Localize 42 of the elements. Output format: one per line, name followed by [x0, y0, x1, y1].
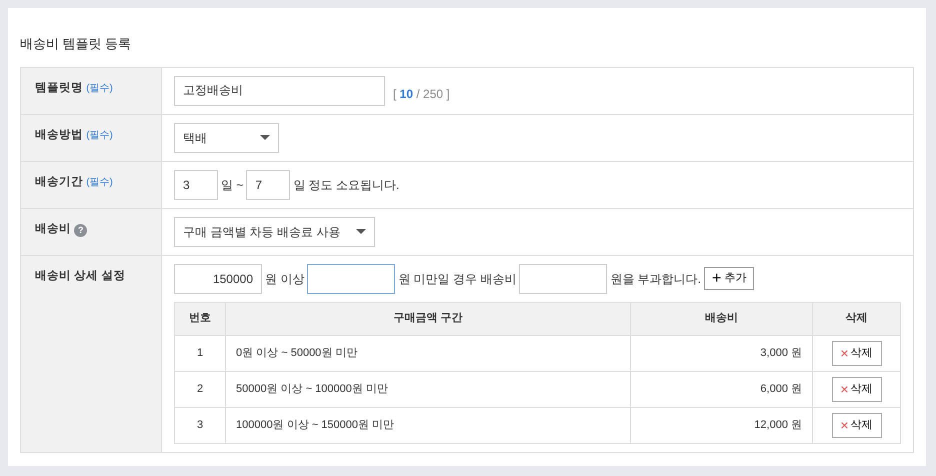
day-input[interactable]: 3	[174, 170, 218, 200]
character-counter: [ 10 / 250 ]	[393, 86, 450, 102]
table-cell: 3,000 원	[630, 335, 812, 371]
table-cell: 50000원 이상 ~ 100000원 미만	[226, 371, 630, 407]
dropdown[interactable]: 구매 금액별 차등 배송료 사용	[174, 216, 375, 246]
caret-icon	[260, 135, 270, 140]
column-header: 삭제	[812, 302, 900, 335]
field-text: 원 이상	[265, 270, 304, 288]
fee-input[interactable]	[519, 264, 608, 294]
day-input[interactable]: 7	[246, 170, 290, 200]
column-header: 번호	[174, 302, 226, 335]
table-cell: 0원 이상 ~ 50000원 미만	[226, 335, 630, 371]
field-text: 일 ~	[221, 176, 244, 194]
name-input[interactable]: 고정배송비	[174, 76, 385, 106]
table-cell: 3	[174, 407, 226, 443]
delete-button[interactable]: ×삭제	[832, 376, 882, 402]
field-label: 배송비	[35, 222, 71, 234]
delete-button[interactable]: ×삭제	[832, 340, 882, 366]
required-tag: (필수)	[86, 176, 113, 188]
field-text: 원 미만일 경우 배송비	[398, 270, 516, 288]
page-title: 배송비 템플릿 등록	[20, 35, 132, 53]
field-text: 원을 부과합니다.	[610, 270, 702, 288]
table-cell: 100000원 이상 ~ 150000원 미만	[226, 407, 630, 443]
caret-icon	[356, 229, 366, 234]
column-header: 배송비	[630, 302, 812, 335]
field-label: 템플릿명	[35, 82, 83, 94]
delete-button[interactable]: ×삭제	[832, 412, 882, 438]
field-label: 배송기간	[35, 176, 83, 188]
table-cell: 2	[174, 371, 226, 407]
field-label: 배송방법	[35, 128, 83, 140]
amount-input[interactable]: 150000	[174, 264, 262, 294]
add-button[interactable]: + 추가	[704, 267, 754, 290]
required-tag: (필수)	[86, 82, 113, 94]
table-cell: 1	[174, 335, 226, 371]
amount-input[interactable]	[307, 264, 396, 294]
table-cell: 12,000 원	[630, 407, 812, 443]
field-label: 배송비 상세 설정	[35, 270, 126, 282]
required-tag: (필수)	[86, 130, 113, 140]
dropdown[interactable]: 택배	[174, 122, 279, 152]
field-text: 일 정도 소요됩니다.	[293, 176, 400, 194]
column-header: 구매금액 구간	[226, 302, 630, 335]
table-cell: 6,000 원	[630, 371, 812, 407]
